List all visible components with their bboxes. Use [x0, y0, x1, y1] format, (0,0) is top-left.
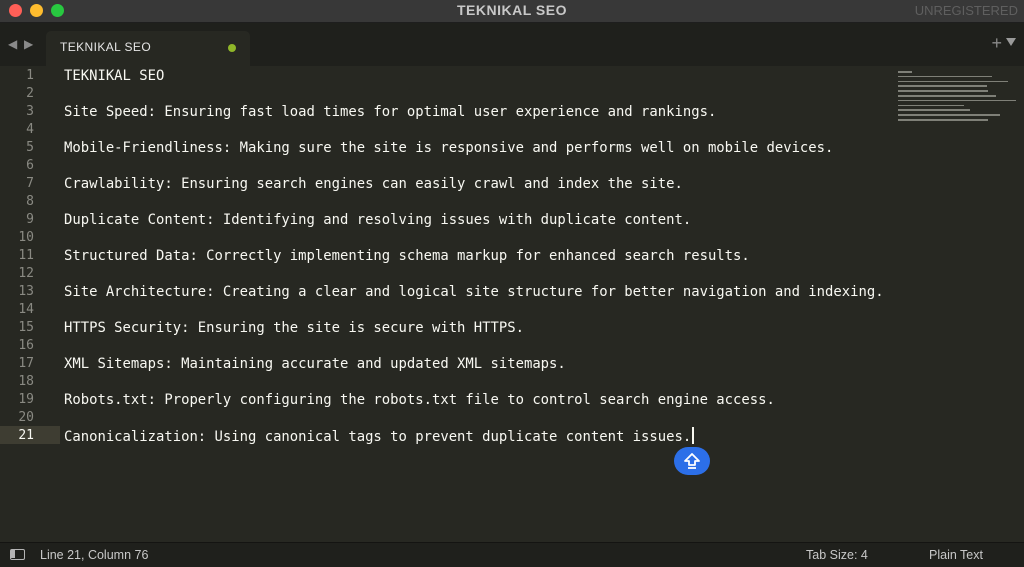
line-number: 19: [18, 392, 34, 407]
line-text: Canonicalization: Using canonical tags t…: [64, 429, 692, 445]
minimap-line: [898, 114, 1000, 116]
editor-line[interactable]: Canonicalization: Using canonical tags t…: [64, 427, 695, 446]
line-text: Crawlability: Ensuring search engines ca…: [64, 176, 683, 192]
plus-icon[interactable]: +: [991, 33, 1002, 54]
editor-line[interactable]: HTTPS Security: Ensuring the site is sec…: [64, 319, 524, 337]
line-number: 7: [26, 176, 34, 191]
line-number: 18: [18, 374, 34, 389]
editor-line[interactable]: Site Architecture: Creating a clear and …: [64, 283, 884, 301]
editor-line[interactable]: TEKNIKAL SEO: [64, 67, 164, 85]
minimap-line: [898, 99, 1016, 102]
line-text: Site Architecture: Creating a clear and …: [64, 284, 884, 300]
minimap-line: [898, 90, 988, 92]
line-text: XML Sitemaps: Maintaining accurate and u…: [64, 356, 566, 372]
forward-arrow-icon[interactable]: ▶: [24, 37, 33, 51]
line-number: 17: [18, 356, 34, 371]
line-text: TEKNIKAL SEO: [64, 68, 165, 84]
editor-line[interactable]: Robots.txt: Properly configuring the rob…: [64, 391, 775, 409]
minimap-line: [898, 71, 913, 73]
line-number: 8: [26, 194, 34, 209]
line-text: Mobile-Friendliness: Making sure the sit…: [64, 140, 834, 156]
editor-line[interactable]: Crawlability: Ensuring search engines ca…: [64, 175, 683, 193]
line-number: 13: [18, 284, 34, 299]
minimap-line: [898, 80, 1009, 83]
registration-status: UNREGISTERED: [914, 3, 1018, 18]
tab-bar: ◀ ▶ TEKNIKAL SEO +: [0, 23, 1024, 66]
line-number: 15: [18, 320, 34, 335]
minimap-line: [898, 95, 997, 97]
text-editor[interactable]: TEKNIKAL SEO Site Speed: Ensuring fast lo…: [64, 66, 894, 542]
line-number: 11: [18, 248, 34, 263]
tab-label: TEKNIKAL SEO: [60, 40, 152, 54]
line-number: 21: [18, 428, 34, 443]
editor-line[interactable]: Mobile-Friendliness: Making sure the sit…: [64, 139, 833, 157]
line-number: 14: [18, 302, 34, 317]
line-number: 9: [26, 212, 34, 227]
editor-line[interactable]: Duplicate Content: Identifying and resol…: [64, 211, 691, 229]
line-number-gutter: 1 2 3 4 5 6 7 8 9 10 11 12 13 14 15 16 17 18 19 20 21: [0, 66, 60, 542]
minimap-line: [898, 75, 992, 78]
line-number: 12: [18, 266, 34, 281]
line-text: Structured Data: Correctly implementing …: [64, 248, 750, 264]
line-text: Robots.txt: Properly configuring the rob…: [64, 392, 775, 408]
editor-line[interactable]: XML Sitemaps: Maintaining accurate and u…: [64, 355, 566, 373]
line-text: HTTPS Security: Ensuring the site is sec…: [64, 320, 524, 336]
line-text: Duplicate Content: Identifying and resol…: [64, 212, 692, 228]
cursor-position[interactable]: Line 21, Column 76: [40, 548, 148, 562]
minimap-line: [898, 85, 987, 87]
line-number: 6: [26, 158, 34, 173]
upload-arrow-icon: [684, 453, 700, 469]
line-number: 3: [26, 104, 34, 119]
dropdown-arrow-icon[interactable]: [1006, 38, 1016, 46]
minimap-line: [898, 119, 988, 121]
line-number: 16: [18, 338, 34, 353]
tab-size-selector[interactable]: Tab Size: 4: [806, 548, 868, 562]
sidebar-toggle-icon[interactable]: [10, 549, 25, 560]
minimap-line: [898, 104, 964, 107]
line-number: 20: [18, 410, 34, 425]
line-number: 4: [26, 122, 34, 137]
syntax-selector[interactable]: Plain Text: [929, 548, 983, 562]
line-text: Site Speed: Ensuring fast load times for…: [64, 104, 717, 120]
editor-line[interactable]: Structured Data: Correctly implementing …: [64, 247, 750, 265]
editor-line[interactable]: Site Speed: Ensuring fast load times for…: [64, 103, 716, 121]
back-arrow-icon[interactable]: ◀: [8, 37, 17, 51]
modified-dot-icon[interactable]: [228, 44, 236, 52]
line-number: 5: [26, 140, 34, 155]
line-number: 10: [18, 230, 34, 245]
upload-button[interactable]: [674, 447, 710, 475]
window-title: TEKNIKAL SEO: [457, 2, 567, 18]
minimap[interactable]: [898, 66, 1018, 146]
line-number: 2: [26, 86, 34, 101]
minimap-line: [898, 109, 970, 111]
tab-teknikal-seo[interactable]: TEKNIKAL SEO: [46, 31, 250, 66]
title-bar: TEKNIKAL SEO UNREGISTERED: [0, 0, 1024, 23]
text-cursor: [692, 427, 695, 444]
status-bar: Line 21, Column 76 Tab Size: 4 Plain Tex…: [0, 542, 1024, 567]
line-number: 1: [26, 68, 34, 83]
